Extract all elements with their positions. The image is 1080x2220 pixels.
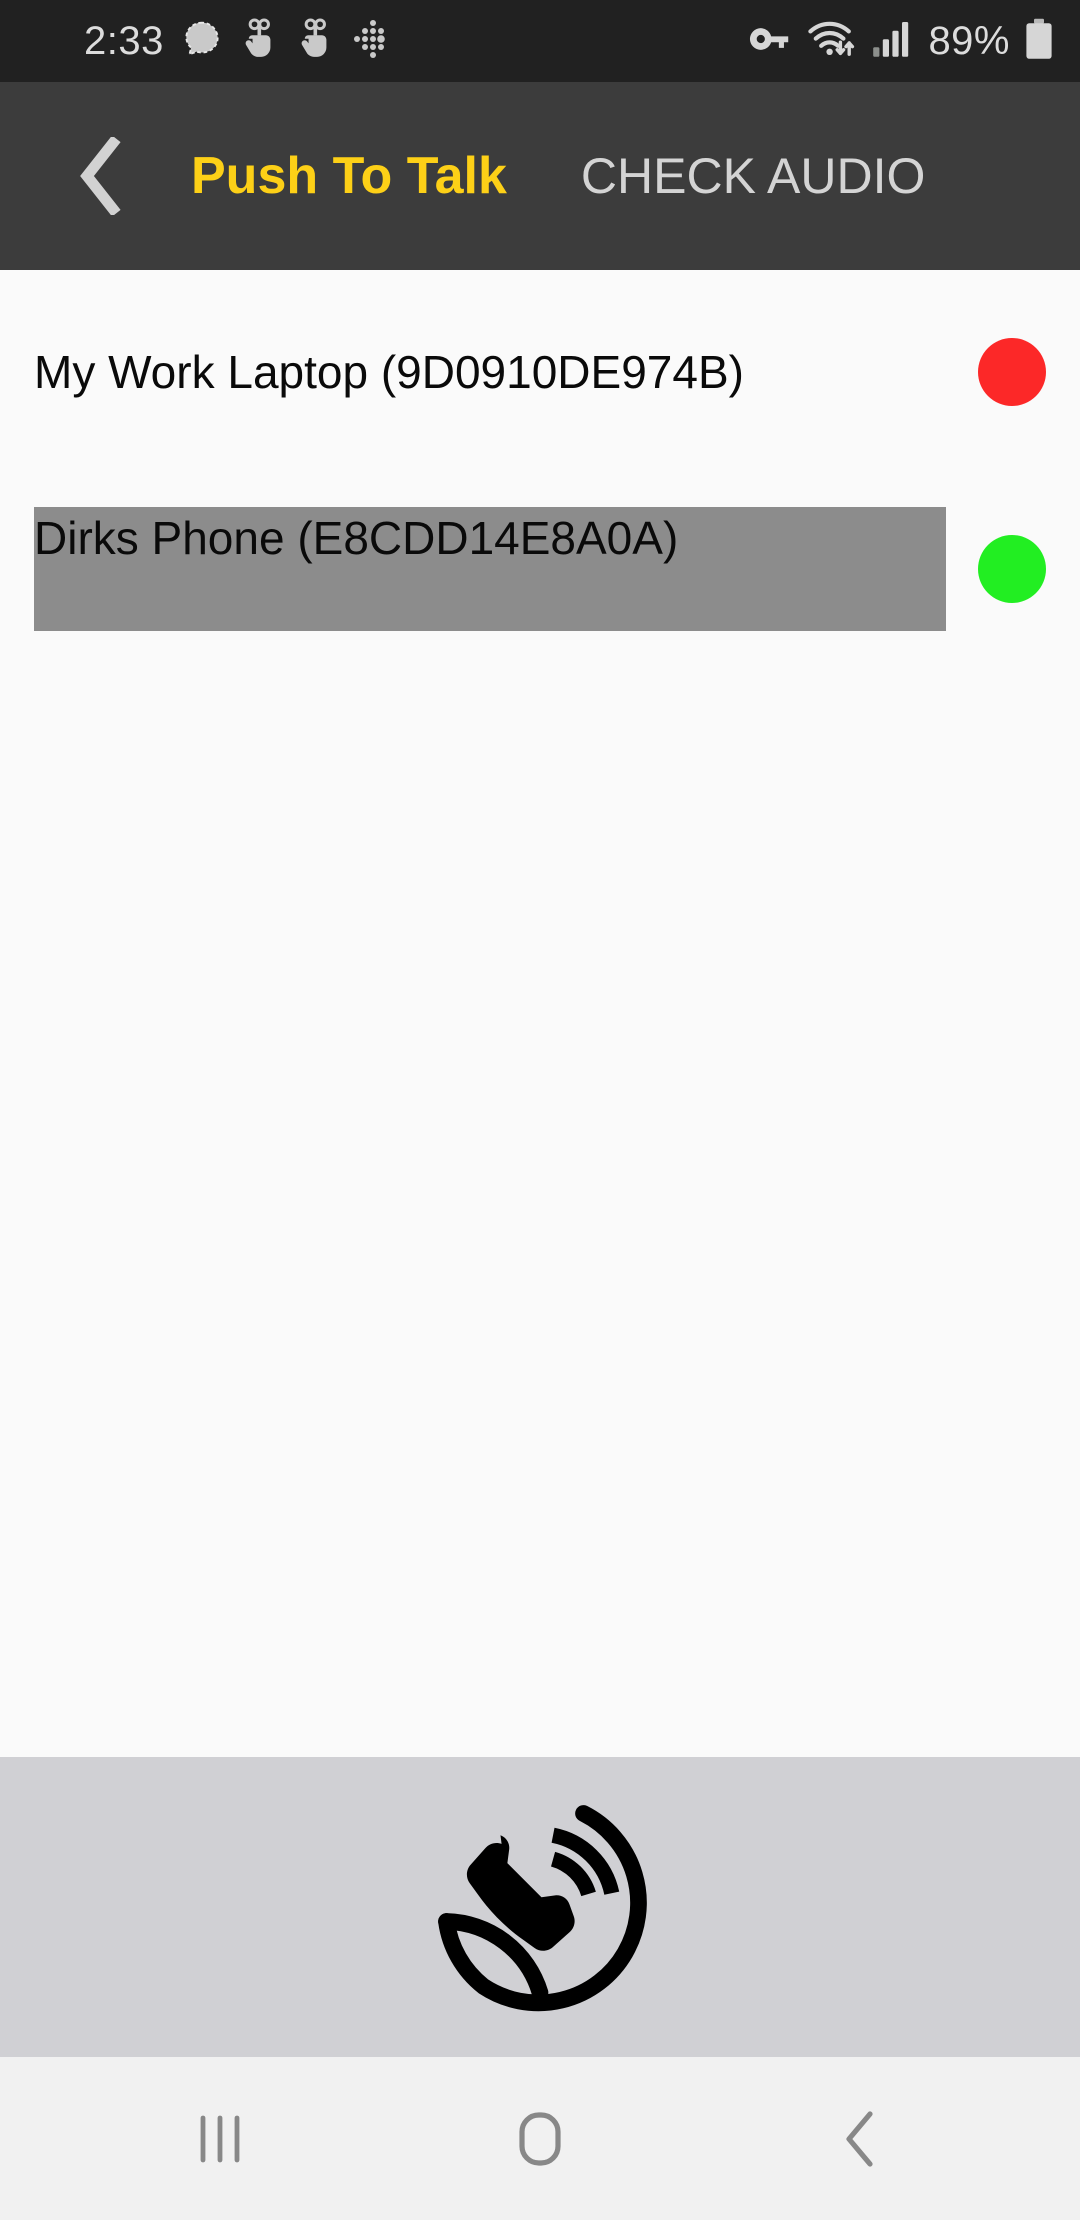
status-bar: 2:33 89% [0,0,1080,82]
chevron-left-icon [80,137,121,215]
push-to-talk-button[interactable] [0,1757,1080,2057]
status-bar-clock: 2:33 [84,18,164,63]
hand-gesture-icon [296,17,334,65]
device-name-label: Dirks Phone (E8CDD14E8A0A) [34,507,946,631]
status-badge [978,535,1046,603]
back-icon [846,2110,873,2167]
status-badge [978,338,1046,406]
status-bar-left: 2:33 [84,17,394,65]
cellular-signal-icon [872,20,914,63]
battery-percent-label: 89% [928,18,1010,63]
device-list: My Work Laptop (9D0910DE974B) Dirks Phon… [0,270,1080,1757]
back-button[interactable] [785,2079,935,2199]
recents-icon [200,2115,240,2162]
hand-gesture-icon [240,17,278,65]
recents-button[interactable] [145,2079,295,2199]
phone-screen: 2:33 89% Push To Talk CHECK AUDIO My Wor… [0,0,1080,2220]
wifi-transfer-icon [806,19,858,64]
list-item[interactable]: Dirks Phone (E8CDD14E8A0A) [0,507,1080,631]
status-bar-right: 89% [746,18,1054,65]
device-name-label: My Work Laptop (9D0910DE974B) [34,346,744,398]
check-audio-button[interactable]: CHECK AUDIO [581,147,926,205]
vpn-key-icon [746,22,792,61]
signal-messenger-icon [182,19,222,64]
home-icon [519,2111,561,2166]
navigation-bar [0,2057,1080,2220]
dotted-arrow-icon [352,18,394,65]
home-button[interactable] [465,2079,615,2199]
battery-icon [1024,18,1054,65]
page-title: Push To Talk [191,147,507,205]
back-button[interactable] [45,121,155,231]
list-item[interactable]: My Work Laptop (9D0910DE974B) [0,310,1080,434]
push-to-talk-handset-icon [438,1805,647,2012]
app-bar: Push To Talk CHECK AUDIO [0,82,1080,270]
